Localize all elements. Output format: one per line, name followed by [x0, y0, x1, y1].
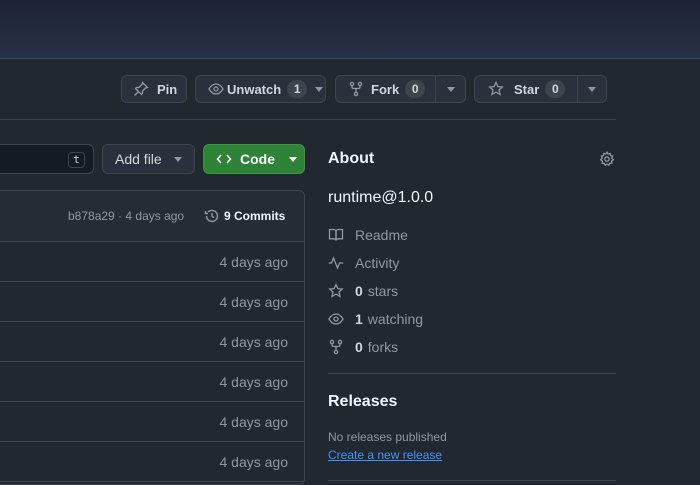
- commits-link[interactable]: 9 Commits: [224, 209, 285, 223]
- row-age: 4 days ago: [219, 454, 289, 470]
- star-count: 0: [545, 80, 566, 98]
- table-row[interactable]: 4 days ago: [0, 362, 304, 402]
- readme-link[interactable]: Readme: [328, 227, 408, 243]
- watch-count: 1: [287, 80, 308, 98]
- activity-label: Activity: [355, 255, 400, 271]
- table-row[interactable]: 4 days ago: [0, 242, 304, 282]
- row-age: 4 days ago: [219, 294, 289, 310]
- table-row[interactable]: 4 days ago: [0, 282, 304, 322]
- code-label: Code: [240, 151, 275, 167]
- chevron-down-icon[interactable]: [447, 87, 455, 92]
- pulse-icon: [328, 256, 344, 270]
- create-release-link[interactable]: Create a new release: [328, 448, 442, 462]
- repo-description: runtime@1.0.0: [328, 189, 434, 206]
- about-divider: [328, 373, 616, 374]
- no-releases-text: No releases published: [328, 430, 447, 444]
- stars-link[interactable]: 0 stars: [328, 283, 398, 299]
- star-icon: [328, 283, 344, 298]
- table-row[interactable]: 4 days ago: [0, 442, 304, 482]
- chevron-down-icon[interactable]: [588, 87, 596, 92]
- activity-link[interactable]: Activity: [328, 255, 399, 271]
- releases-divider: [328, 480, 616, 481]
- gear-icon[interactable]: [599, 151, 615, 167]
- readme-label: Readme: [355, 227, 408, 243]
- watching-label: watching: [367, 311, 424, 327]
- row-age: 4 days ago: [219, 414, 289, 430]
- fork-divider: [435, 76, 436, 102]
- file-listing: b878a29 · 4 days ago 9 Commits 4 days ag…: [0, 190, 305, 485]
- pin-icon: [134, 81, 149, 96]
- chevron-down-icon: [289, 156, 297, 162]
- add-file-button[interactable]: Add file: [102, 144, 195, 174]
- fork-label: Fork: [371, 81, 400, 97]
- pin-button[interactable]: Pin: [121, 75, 187, 103]
- add-file-label: Add file: [115, 151, 162, 167]
- fork-icon: [349, 81, 363, 97]
- commit-summary[interactable]: b878a29 · 4 days ago: [68, 209, 184, 223]
- star-icon: [488, 81, 504, 96]
- star-label: Star: [514, 81, 540, 97]
- shortcut-key: t: [68, 152, 85, 168]
- star-divider: [577, 76, 578, 102]
- history-icon: [204, 209, 219, 223]
- forks-label: forks: [367, 339, 399, 355]
- book-icon: [328, 228, 344, 241]
- watching-count: 1: [355, 311, 363, 327]
- fork-icon: [329, 339, 343, 355]
- header-divider: [0, 119, 616, 120]
- table-row[interactable]: 4 days ago: [0, 322, 304, 362]
- row-age: 4 days ago: [219, 374, 289, 390]
- table-row[interactable]: 4 days ago: [0, 402, 304, 442]
- forks-count: 0: [355, 339, 363, 355]
- code-button[interactable]: Code: [203, 144, 305, 174]
- top-banner: [0, 0, 700, 59]
- row-age: 4 days ago: [219, 254, 289, 270]
- chevron-down-icon: [173, 156, 182, 162]
- star-button[interactable]: Star 0: [474, 75, 607, 103]
- code-icon: [216, 154, 232, 164]
- eye-icon: [208, 83, 224, 95]
- stars-count: 0: [355, 283, 363, 299]
- forks-link[interactable]: 0 forks: [328, 339, 398, 355]
- eye-icon: [328, 313, 344, 325]
- row-age: 4 days ago: [219, 334, 289, 350]
- fork-button[interactable]: Fork 0: [335, 75, 466, 103]
- about-heading: About: [328, 150, 375, 167]
- fork-count: 0: [405, 80, 426, 98]
- unwatch-label: Unwatch: [227, 81, 282, 97]
- latest-commit-bar: b878a29 · 4 days ago 9 Commits: [0, 191, 304, 242]
- stars-label: stars: [367, 283, 399, 299]
- go-to-file-input[interactable]: t: [0, 144, 94, 174]
- unwatch-button[interactable]: Unwatch 1: [195, 75, 326, 103]
- releases-heading[interactable]: Releases: [328, 393, 397, 411]
- pin-label: Pin: [157, 81, 178, 97]
- chevron-down-icon: [315, 86, 324, 92]
- watching-link[interactable]: 1 watching: [328, 311, 423, 327]
